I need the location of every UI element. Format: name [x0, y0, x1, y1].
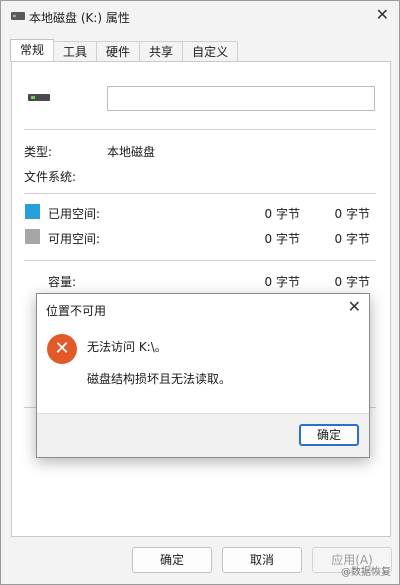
tab-sharing[interactable]: 共享 [139, 41, 184, 62]
free-space-swatch [25, 229, 40, 244]
used-space-size: 0 字节 [334, 207, 370, 221]
volume-name-input[interactable] [107, 86, 375, 111]
ok-button[interactable]: 确定 [132, 547, 212, 573]
error-dialog: 位置不可用 ✕ ✕ 无法访问 K:\。 磁盘结构损坏且无法读取。 确定 [36, 293, 370, 458]
free-space-bytes: 0 字节 [264, 232, 300, 246]
divider [24, 260, 376, 261]
filesystem-label: 文件系统: [24, 170, 77, 184]
watermark: @数据恢复 [341, 567, 391, 578]
window-title: 本地磁盘 (K:) 属性 [29, 11, 130, 25]
capacity-label: 容量: [48, 275, 77, 289]
dialog-ok-button[interactable]: 确定 [299, 424, 359, 446]
tab-strip: 常规 工具 硬件 共享 自定义 [10, 39, 239, 62]
free-space-label: 可用空间: [48, 232, 101, 246]
error-icon: ✕ [47, 334, 77, 364]
used-space-label: 已用空间: [48, 207, 101, 221]
tab-customize[interactable]: 自定义 [182, 41, 239, 62]
error-detail: 磁盘结构损坏且无法读取。 [87, 372, 232, 386]
close-icon[interactable]: ✕ [348, 299, 361, 315]
capacity-size: 0 字节 [334, 275, 370, 289]
used-space-swatch [25, 204, 40, 219]
capacity-bytes: 0 字节 [264, 275, 300, 289]
dialog-title: 位置不可用 [46, 304, 107, 318]
dialog-footer: 确定 [37, 413, 369, 457]
close-icon[interactable]: ✕ [376, 7, 389, 23]
divider [24, 193, 376, 194]
type-value: 本地磁盘 [107, 145, 156, 159]
cancel-button[interactable]: 取消 [222, 547, 302, 573]
drive-icon [11, 12, 25, 20]
tab-hardware[interactable]: 硬件 [96, 41, 141, 62]
used-space-bytes: 0 字节 [264, 207, 300, 221]
title-bar: 本地磁盘 (K:) 属性 ✕ [1, 1, 399, 33]
tab-general[interactable]: 常规 [10, 39, 55, 62]
error-message: 无法访问 K:\。 [87, 340, 167, 354]
drive-icon [28, 94, 50, 101]
divider [24, 129, 376, 130]
type-label: 类型: [24, 145, 53, 159]
tab-tools[interactable]: 工具 [53, 41, 98, 62]
free-space-size: 0 字节 [334, 232, 370, 246]
